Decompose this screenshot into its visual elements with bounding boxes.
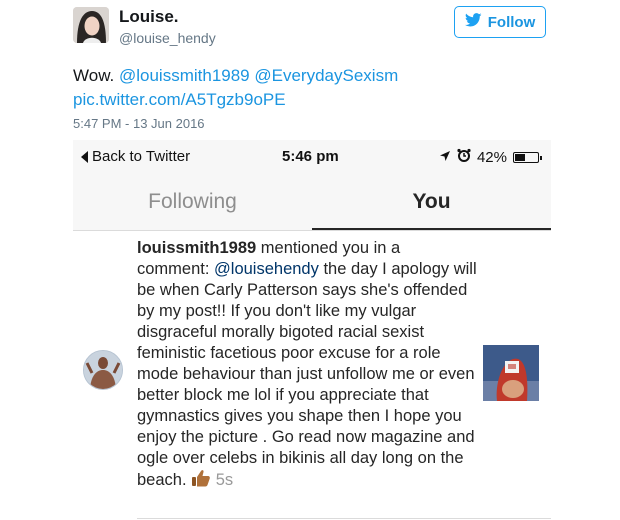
notification-text: louissmith1989 mentioned you in a commen… [137,238,477,493]
mention-link-everydaysexism[interactable]: @EverydaySexism [254,66,398,85]
tab-you-label: You [412,190,451,213]
post-thumbnail[interactable] [483,345,539,401]
author-avatar[interactable] [73,7,109,43]
tab-you[interactable]: You [312,174,551,230]
pic-link[interactable]: pic.twitter.com/A5Tgzb9oPE [73,90,286,109]
embedded-screenshot: Back to Twitter 5:46 pm 42% Following Yo… [73,140,551,520]
follow-label: Follow [487,13,536,31]
status-indicators: 42% [439,148,542,166]
thumbs-up-icon [191,469,211,493]
notification-body: the day I apology will be when Carly Pat… [137,260,477,489]
commenter-avatar[interactable] [83,350,123,390]
notification-username[interactable]: louissmith1989 [137,239,256,257]
notification-time: 5s [215,471,234,489]
author-handle[interactable]: @louise_hendy [119,30,216,46]
follow-button[interactable]: Follow [454,6,546,38]
status-time: 5:46 pm [282,148,339,165]
back-arrow-icon [81,150,88,163]
status-bar: Back to Twitter 5:46 pm 42% [73,140,551,174]
tab-following[interactable]: Following [73,174,312,230]
battery-percent: 42% [476,148,507,166]
notification-mention[interactable]: @louisehendy [214,260,319,278]
battery-icon [513,151,542,163]
location-arrow-icon [439,149,451,166]
alarm-icon [457,148,471,166]
divider [137,518,551,519]
back-to-twitter-button[interactable]: Back to Twitter [81,148,190,165]
mention-link-louissmith1989[interactable]: @louissmith1989 [119,66,250,85]
divider [73,230,551,231]
tweet-text: Wow. @louissmith1989 @EverydaySexism pic… [73,64,398,112]
tweet-text-prefix: Wow. [73,66,119,85]
twitter-bird-icon [464,13,482,31]
activity-tabs: Following You [73,174,551,230]
back-label: Back to Twitter [92,148,191,165]
tweet-timestamp[interactable]: 5:47 PM - 13 Jun 2016 [73,116,205,131]
author-name[interactable]: Louise. [119,7,179,27]
